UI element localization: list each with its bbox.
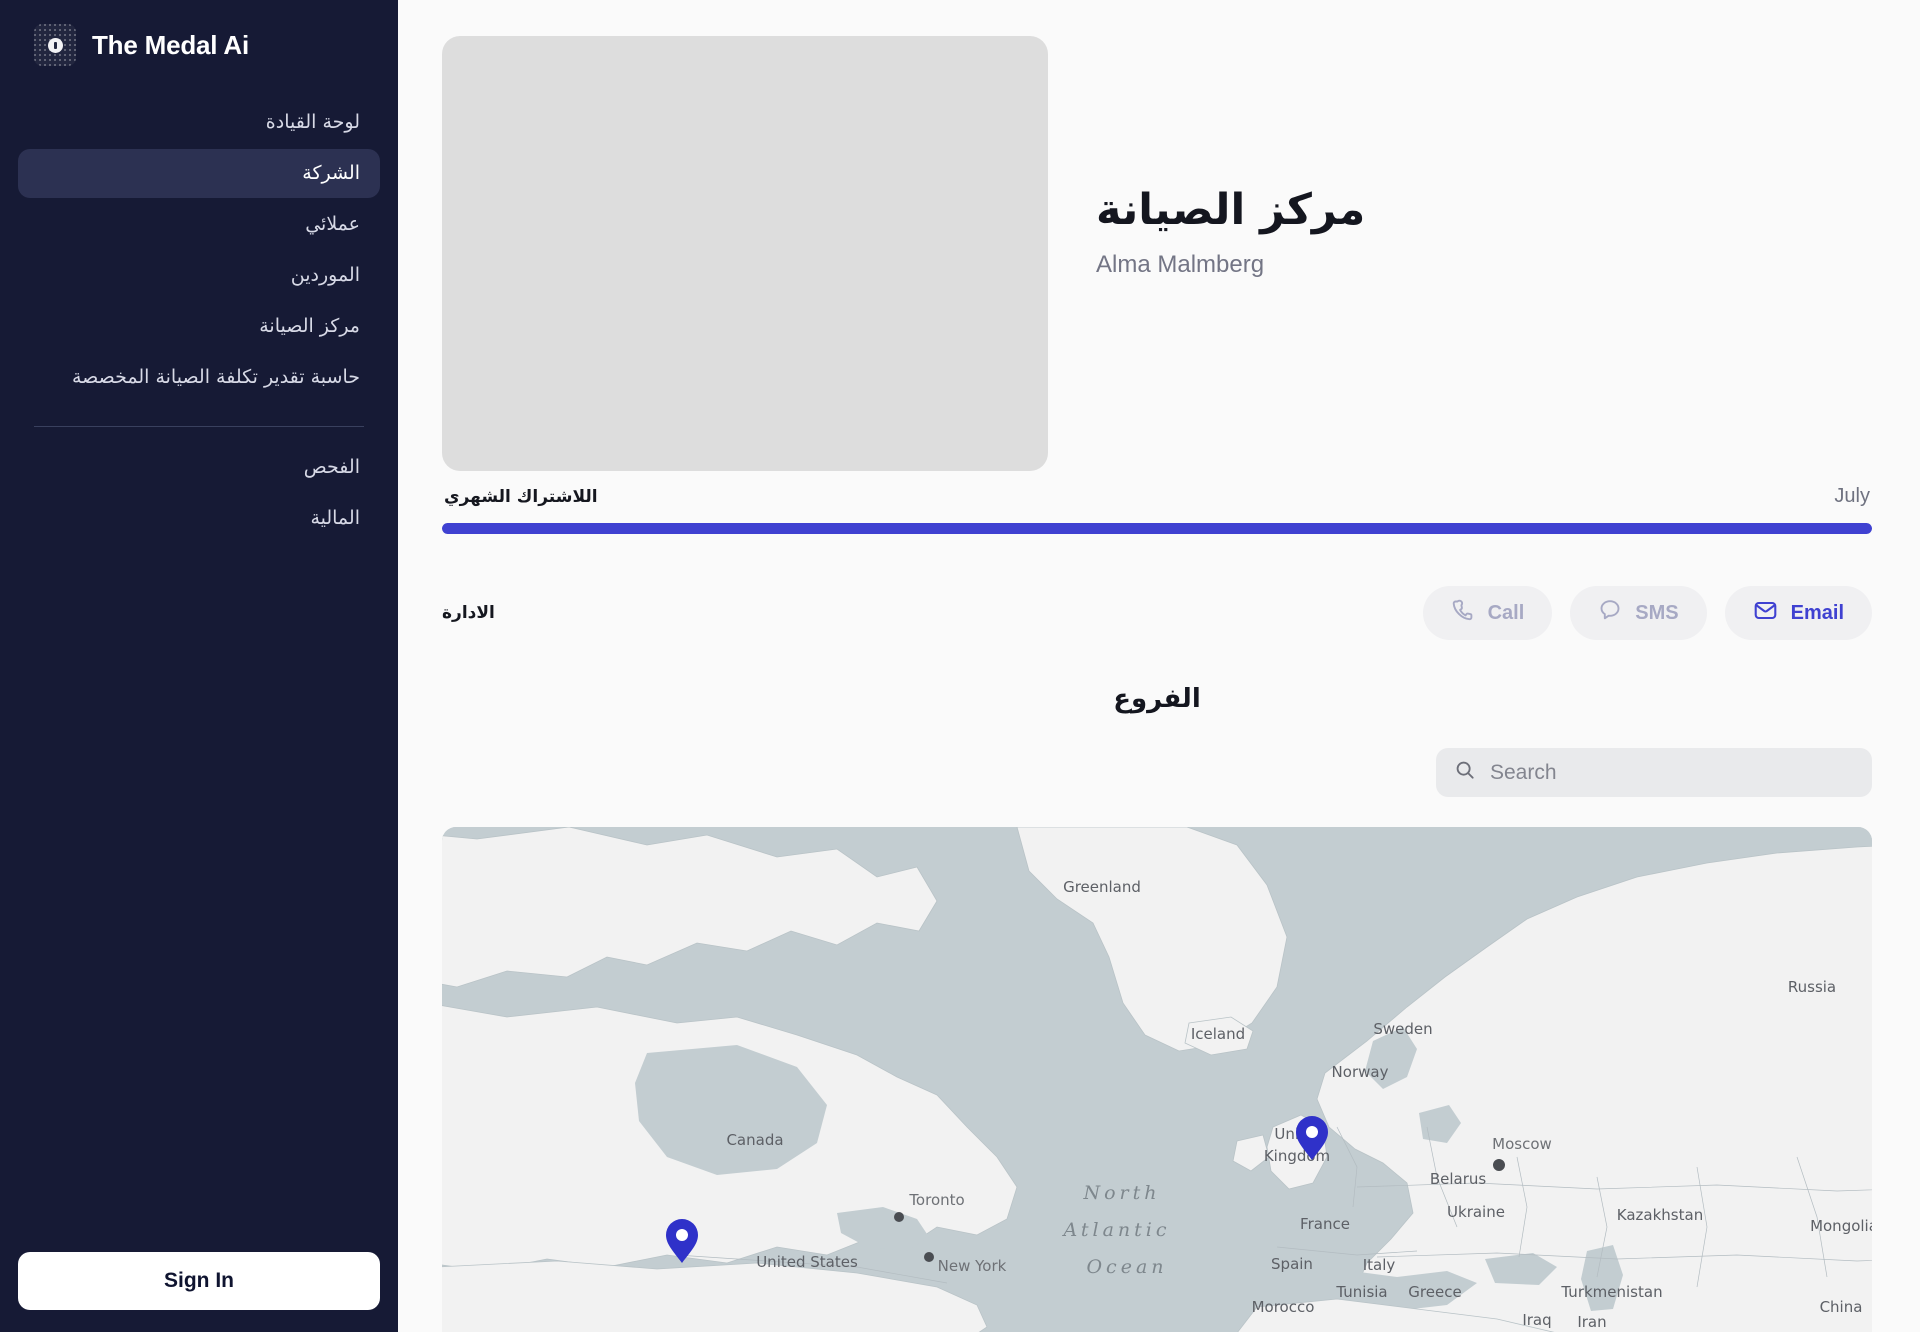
subscription-section: اللاشتراك الشهري July: [442, 485, 1872, 534]
admin-buttons: Call SMS Email: [1422, 586, 1872, 640]
map-country-label: Turkmenistan: [1560, 1283, 1662, 1301]
sidebar-item-inspection[interactable]: الفحص: [18, 443, 380, 492]
admin-label: الادارة: [442, 603, 495, 623]
map-country-label: Mongolia: [1810, 1217, 1872, 1235]
map-country-label: Greenland: [1063, 878, 1141, 896]
subscription-month: July: [1834, 485, 1870, 507]
map-country-label: Tunisia: [1335, 1283, 1387, 1301]
hero-section: مركز الصيانة Alma Malmberg: [442, 0, 1872, 471]
map-ocean-label: Ocean: [1086, 1256, 1167, 1278]
map-country-label: Spain: [1271, 1255, 1313, 1273]
sign-in-button[interactable]: Sign In: [18, 1252, 380, 1310]
email-button-label: Email: [1790, 601, 1844, 624]
envelope-icon: [1753, 598, 1778, 629]
sidebar-divider: [34, 426, 364, 427]
map-country-label: United States: [756, 1253, 858, 1271]
map-country-label: Canada: [726, 1131, 783, 1149]
search-input[interactable]: [1490, 760, 1854, 785]
map-city-label: Toronto: [908, 1191, 964, 1209]
sidebar-item-my-clients[interactable]: عملائي: [18, 200, 380, 249]
brand-name: The Medal Ai: [92, 29, 249, 60]
map-country-label: Kingdom: [1264, 1147, 1330, 1165]
map-city-label: Moscow: [1492, 1135, 1552, 1153]
map-country-label: Ukraine: [1447, 1203, 1505, 1221]
main-content: مركز الصيانة Alma Malmberg اللاشتراك الش…: [398, 0, 1920, 1332]
search-icon: [1454, 759, 1476, 786]
search-row: [442, 748, 1872, 797]
sms-button-label: SMS: [1635, 601, 1679, 624]
branches-map[interactable]: Greenland Iceland Sweden Norway Russia Canada…: [442, 827, 1872, 1332]
map-country-label: Iceland: [1191, 1025, 1245, 1043]
subscription-progress-track: [442, 523, 1872, 534]
map-country-label: Belarus: [1430, 1170, 1487, 1188]
message-bubble-icon: [1598, 598, 1622, 628]
map-country-label: Russia: [1788, 978, 1836, 996]
brand[interactable]: The Medal Ai: [18, 0, 380, 78]
sidebar-item-maintenance-cost-calculator[interactable]: حاسبة تقدير تكلفة الصيانة المخصصة: [18, 353, 380, 402]
medal-coin-icon: [34, 24, 76, 66]
app-root: The Medal Ai لوحة القيادة الشركة عملائي …: [0, 0, 1920, 1332]
sidebar-item-finance[interactable]: المالية: [18, 494, 380, 543]
page-title: مركز الصيانة: [1096, 185, 1366, 235]
search-box[interactable]: [1436, 748, 1872, 797]
email-button[interactable]: Email: [1724, 586, 1872, 640]
sms-button[interactable]: SMS: [1570, 586, 1707, 640]
signin-container: Sign In: [18, 1252, 380, 1310]
map-country-label: Morocco: [1252, 1298, 1315, 1316]
sidebar-item-suppliers[interactable]: الموردين: [18, 251, 380, 300]
map-ocean-label: Atlantic: [1061, 1219, 1170, 1241]
company-image-placeholder: [442, 36, 1048, 471]
map-country-label: China: [1820, 1298, 1863, 1316]
hero-text: مركز الصيانة Alma Malmberg: [1096, 36, 1365, 279]
sidebar-item-maintenance-center[interactable]: مركز الصيانة: [18, 302, 380, 351]
subscription-progress-fill: [442, 523, 1872, 534]
map-city-label: New York: [938, 1257, 1007, 1275]
call-button[interactable]: Call: [1422, 586, 1553, 640]
map-country-label: Greece: [1408, 1283, 1461, 1301]
admin-actions-section: الادارة Call SMS Email: [442, 586, 1872, 640]
map-country-label: Norway: [1332, 1063, 1389, 1081]
map-canvas[interactable]: Greenland Iceland Sweden Norway Russia Canada…: [442, 827, 1872, 1332]
call-button-label: Call: [1487, 601, 1525, 624]
map-ocean-label: North: [1082, 1182, 1160, 1204]
sidebar: The Medal Ai لوحة القيادة الشركة عملائي …: [0, 0, 398, 1332]
map-country-label: France: [1300, 1215, 1350, 1233]
subscription-labels: اللاشتراك الشهري July: [442, 485, 1872, 508]
subscription-label: اللاشتراك الشهري: [444, 487, 598, 507]
phone-icon: [1451, 598, 1475, 628]
branches-title: الفروع: [1113, 684, 1201, 714]
map-country-label: Iraq: [1522, 1311, 1551, 1329]
map-country-label: Kazakhstan: [1617, 1206, 1703, 1224]
map-country-label: Italy: [1363, 1256, 1396, 1274]
map-country-label: Sweden: [1373, 1020, 1432, 1038]
sidebar-item-dashboard[interactable]: لوحة القيادة: [18, 98, 380, 147]
page-subtitle: Alma Malmberg: [1096, 251, 1265, 279]
map-country-label: Iran: [1577, 1313, 1606, 1331]
sidebar-item-company[interactable]: الشركة: [18, 149, 380, 198]
sidebar-nav: لوحة القيادة الشركة عملائي الموردين مركز…: [18, 98, 380, 545]
